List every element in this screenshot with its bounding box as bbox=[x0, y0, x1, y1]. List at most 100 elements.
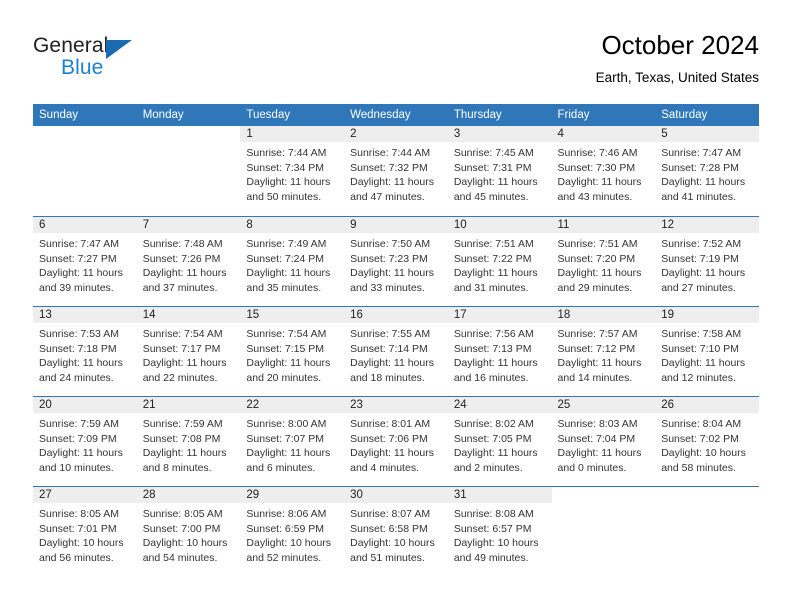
calendar-cell bbox=[136, 126, 241, 216]
day-cell[interactable]: 23 Sunrise: 8:01 AM Sunset: 7:06 PM Dayligh… bbox=[344, 396, 448, 486]
daylight-text: and 6 minutes. bbox=[246, 461, 316, 474]
day-cell[interactable]: 27 Sunrise: 8:05 AM Sunset: 7:01 PM Dayligh… bbox=[33, 486, 137, 576]
day-cell[interactable]: 12 Sunrise: 7:52 AM Sunset: 7:19 PM Dayligh… bbox=[655, 216, 759, 306]
day-number: 31 bbox=[447, 487, 552, 503]
sunrise-text: Sunrise: 8:05 AM bbox=[142, 508, 223, 520]
day-cell[interactable]: 5 Sunrise: 7:47 AM Sunset: 7:28 PM Daylight… bbox=[655, 126, 759, 216]
daylight-text: and 49 minutes. bbox=[453, 551, 529, 564]
sunset-text: Sunset: 7:30 PM bbox=[557, 161, 636, 174]
day-number: 17 bbox=[447, 307, 552, 323]
sunrise-text: Sunrise: 7:55 AM bbox=[350, 328, 431, 340]
day-details: Sunrise: 8:04 AM Sunset: 7:02 PM Daylight:… bbox=[655, 413, 759, 475]
day-details: Sunrise: 8:06 AM Sunset: 6:59 PM Daylight:… bbox=[240, 503, 344, 565]
day-cell[interactable]: 29 Sunrise: 8:06 AM Sunset: 6:59 PM Dayligh… bbox=[240, 486, 345, 576]
day-number: 26 bbox=[655, 397, 759, 413]
day-cell[interactable]: 20 Sunrise: 7:59 AM Sunset: 7:09 PM Dayligh… bbox=[33, 396, 137, 486]
day-cell[interactable]: 25 Sunrise: 8:03 AM Sunset: 7:04 PM Dayligh… bbox=[551, 396, 656, 486]
day-cell[interactable]: 18 Sunrise: 7:57 AM Sunset: 7:12 PM Dayligh… bbox=[551, 306, 656, 396]
sunrise-text: Sunrise: 8:01 AM bbox=[350, 418, 431, 430]
day-cell[interactable]: 22 Sunrise: 8:00 AM Sunset: 7:07 PM Dayligh… bbox=[240, 396, 345, 486]
day-cell[interactable]: 9 Sunrise: 7:50 AM Sunset: 7:23 PM Daylight… bbox=[344, 216, 448, 306]
day-cell[interactable]: 24 Sunrise: 8:02 AM Sunset: 7:05 PM Dayligh… bbox=[447, 396, 552, 486]
calendar-cell: 3 Sunrise: 7:45 AM Sunset: 7:31 PM Daylight… bbox=[447, 126, 552, 216]
day-details: Sunrise: 7:45 AM Sunset: 7:31 PM Daylight:… bbox=[448, 142, 552, 204]
day-number: 24 bbox=[447, 397, 552, 413]
sunrise-text: Sunrise: 7:52 AM bbox=[661, 238, 742, 250]
day-cell[interactable]: 10 Sunrise: 7:51 AM Sunset: 7:22 PM Dayligh… bbox=[447, 216, 552, 306]
day-cell[interactable]: 2 Sunrise: 7:44 AM Sunset: 7:32 PM Daylight… bbox=[344, 126, 448, 216]
day-cell[interactable]: 31 Sunrise: 8:08 AM Sunset: 6:57 PM Dayligh… bbox=[447, 486, 552, 576]
day-cell[interactable]: 16 Sunrise: 7:55 AM Sunset: 7:14 PM Dayligh… bbox=[344, 306, 448, 396]
day-number: 29 bbox=[240, 487, 345, 503]
daylight-text: Daylight: 11 hours bbox=[246, 447, 331, 460]
day-cell[interactable]: 11 Sunrise: 7:51 AM Sunset: 7:20 PM Dayligh… bbox=[551, 216, 656, 306]
day-number: 30 bbox=[344, 487, 448, 503]
day-number: 10 bbox=[447, 217, 552, 233]
daylight-text: and 14 minutes. bbox=[557, 371, 633, 384]
day-details: Sunrise: 8:00 AM Sunset: 7:07 PM Daylight:… bbox=[240, 413, 344, 475]
day-cell[interactable]: 14 Sunrise: 7:54 AM Sunset: 7:17 PM Dayligh… bbox=[136, 306, 241, 396]
daylight-text: Daylight: 11 hours bbox=[39, 357, 123, 370]
calendar-cell: 13 Sunrise: 7:53 AM Sunset: 7:18 PM Dayligh… bbox=[33, 306, 137, 396]
calendar-cell bbox=[33, 126, 137, 216]
day-details bbox=[33, 142, 137, 146]
sunset-text: Sunset: 7:17 PM bbox=[142, 342, 221, 355]
day-details: Sunrise: 7:47 AM Sunset: 7:28 PM Daylight:… bbox=[655, 142, 759, 204]
sunrise-sunset-calendar: Sunday Monday Tuesday Wednesday Thursday… bbox=[33, 104, 759, 576]
day-cell[interactable]: 1 Sunrise: 7:44 AM Sunset: 7:34 PM Daylight… bbox=[240, 126, 345, 216]
daylight-text: Daylight: 11 hours bbox=[557, 447, 642, 460]
daylight-text: and 47 minutes. bbox=[350, 190, 425, 203]
daylight-text: and 45 minutes. bbox=[453, 190, 529, 203]
daylight-text: and 16 minutes. bbox=[453, 371, 529, 384]
sunset-text: Sunset: 6:57 PM bbox=[453, 522, 532, 535]
day-cell[interactable]: 6 Sunrise: 7:47 AM Sunset: 7:27 PM Daylight… bbox=[33, 216, 137, 306]
day-cell-empty bbox=[551, 486, 656, 576]
day-cell[interactable]: 21 Sunrise: 7:59 AM Sunset: 7:08 PM Dayligh… bbox=[136, 396, 241, 486]
day-number: 12 bbox=[655, 217, 759, 233]
daylight-text: Daylight: 11 hours bbox=[246, 176, 331, 189]
sunset-text: Sunset: 6:58 PM bbox=[350, 522, 428, 535]
day-cell[interactable]: 28 Sunrise: 8:05 AM Sunset: 7:00 PM Dayligh… bbox=[136, 486, 241, 576]
day-cell[interactable]: 7 Sunrise: 7:48 AM Sunset: 7:26 PM Daylight… bbox=[136, 216, 241, 306]
calendar-cell: 28 Sunrise: 8:05 AM Sunset: 7:00 PM Dayligh… bbox=[136, 486, 241, 576]
sunset-text: Sunset: 7:09 PM bbox=[39, 432, 117, 445]
calendar-cell: 6 Sunrise: 7:47 AM Sunset: 7:27 PM Daylight… bbox=[33, 216, 137, 306]
daylight-text: and 10 minutes. bbox=[39, 461, 114, 474]
daylight-text: and 20 minutes. bbox=[246, 371, 322, 384]
day-number: 5 bbox=[655, 126, 759, 142]
day-cell[interactable]: 13 Sunrise: 7:53 AM Sunset: 7:18 PM Dayligh… bbox=[33, 306, 137, 396]
day-number bbox=[551, 487, 656, 503]
day-details: Sunrise: 8:01 AM Sunset: 7:06 PM Daylight:… bbox=[344, 413, 448, 475]
logo-text-general: General bbox=[33, 34, 109, 57]
daylight-text: Daylight: 11 hours bbox=[350, 447, 434, 460]
day-cell[interactable]: 15 Sunrise: 7:54 AM Sunset: 7:15 PM Dayligh… bbox=[240, 306, 345, 396]
day-cell-empty bbox=[33, 126, 137, 216]
day-cell[interactable]: 3 Sunrise: 7:45 AM Sunset: 7:31 PM Daylight… bbox=[447, 126, 552, 216]
day-cell[interactable]: 26 Sunrise: 8:04 AM Sunset: 7:02 PM Dayligh… bbox=[655, 396, 759, 486]
calendar-cell: 14 Sunrise: 7:54 AM Sunset: 7:17 PM Dayligh… bbox=[136, 306, 241, 396]
daylight-text: and 41 minutes. bbox=[661, 190, 736, 203]
daylight-text: and 35 minutes. bbox=[246, 281, 322, 294]
sunset-text: Sunset: 7:04 PM bbox=[557, 432, 636, 445]
day-cell[interactable]: 19 Sunrise: 7:58 AM Sunset: 7:10 PM Dayligh… bbox=[655, 306, 759, 396]
calendar-cell: 11 Sunrise: 7:51 AM Sunset: 7:20 PM Dayligh… bbox=[551, 216, 656, 306]
sunrise-text: Sunrise: 8:08 AM bbox=[453, 508, 534, 520]
day-cell[interactable]: 8 Sunrise: 7:49 AM Sunset: 7:24 PM Daylight… bbox=[240, 216, 345, 306]
generalblue-logo[interactable]: General Blue bbox=[33, 34, 193, 86]
calendar-cell: 23 Sunrise: 8:01 AM Sunset: 7:06 PM Dayligh… bbox=[344, 396, 448, 486]
day-details: Sunrise: 7:59 AM Sunset: 7:09 PM Daylight:… bbox=[33, 413, 137, 475]
sunrise-text: Sunrise: 7:53 AM bbox=[39, 328, 119, 340]
day-number: 22 bbox=[240, 397, 345, 413]
day-cell-empty bbox=[136, 126, 241, 216]
daylight-text: Daylight: 11 hours bbox=[557, 357, 642, 370]
day-cell[interactable]: 4 Sunrise: 7:46 AM Sunset: 7:30 PM Daylight… bbox=[551, 126, 656, 216]
day-cell[interactable]: 17 Sunrise: 7:56 AM Sunset: 7:13 PM Dayligh… bbox=[447, 306, 552, 396]
sunset-text: Sunset: 7:06 PM bbox=[350, 432, 428, 445]
day-details bbox=[552, 503, 656, 507]
daylight-text: Daylight: 11 hours bbox=[453, 357, 538, 370]
sunrise-text: Sunrise: 7:51 AM bbox=[453, 238, 534, 250]
day-cell[interactable]: 30 Sunrise: 8:07 AM Sunset: 6:58 PM Dayligh… bbox=[344, 486, 448, 576]
day-number: 25 bbox=[551, 397, 656, 413]
daylight-text: Daylight: 11 hours bbox=[142, 267, 227, 280]
calendar-cell: 18 Sunrise: 7:57 AM Sunset: 7:12 PM Dayligh… bbox=[551, 306, 656, 396]
